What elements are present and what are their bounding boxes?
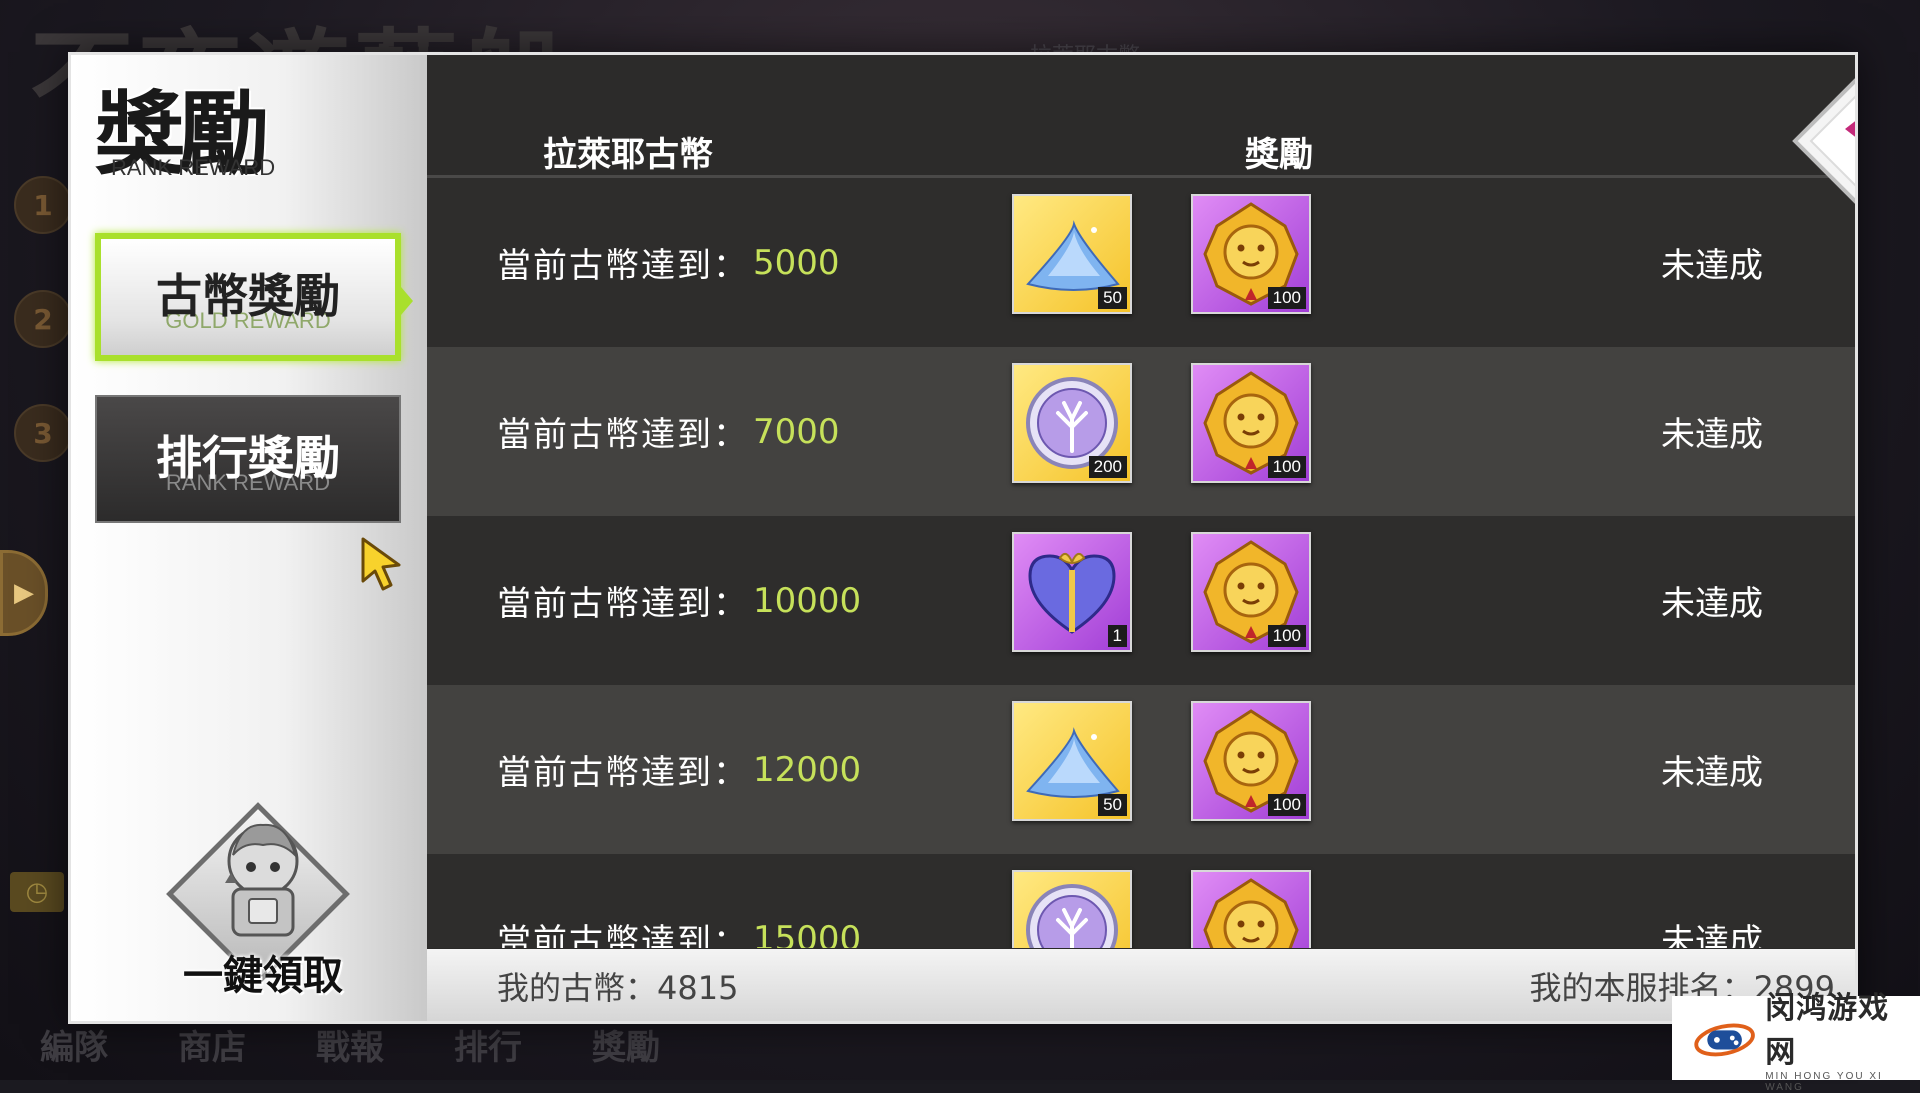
row-threshold-value: 15000	[753, 918, 862, 949]
table-row: 當前古幣達到： 15000 未達成	[427, 854, 1855, 948]
item-quantity: 100	[1267, 287, 1306, 309]
table-row: 當前古幣達到： 7000 200 100 未達成	[427, 347, 1855, 516]
row-threshold-value: 5000	[753, 242, 840, 283]
column-header-reward: 獎勵	[1245, 135, 1313, 175]
item-quantity: 50	[1098, 794, 1127, 816]
reward-item[interactable]: 50	[1012, 701, 1132, 821]
reward-item[interactable]	[1191, 870, 1311, 948]
row-label: 當前古幣達到：	[497, 584, 749, 624]
background-rank-badge: 3	[14, 404, 72, 462]
reward-list[interactable]: 當前古幣達到： 5000 50 100 未達成 當前古幣達到： 7000 200…	[427, 178, 1855, 948]
item-quantity: 100	[1267, 625, 1306, 647]
reward-panel: 獎勵 RANK REWARD 古幣獎勵 GOLD REWARD 排行獎勵 RAN…	[68, 52, 1858, 1024]
column-header-coin: 拉萊耶古幣	[543, 135, 713, 175]
watermark-cn: 闵鸿游戏网	[1765, 991, 1890, 1070]
table-header: 拉萊耶古幣 獎勵	[427, 55, 1855, 178]
status-label: 未達成	[1661, 415, 1763, 455]
left-sidebar: 獎勵 RANK REWARD 古幣獎勵 GOLD REWARD 排行獎勵 RAN…	[71, 55, 427, 1021]
reward-item[interactable]: 100	[1191, 363, 1311, 483]
row-label: 當前古幣達到：	[497, 753, 749, 793]
status-label: 未達成	[1661, 584, 1763, 624]
reward-item[interactable]: 100	[1191, 701, 1311, 821]
lion-emblem-icon	[1203, 878, 1299, 948]
background-nav-item: 編隊	[40, 1028, 108, 1068]
table-row: 當前古幣達到： 5000 50 100 未達成	[427, 178, 1855, 347]
my-coins-label: 我的古幣：4815	[497, 969, 739, 1007]
tab-rank-reward[interactable]: 排行獎勵 RANK REWARD	[95, 395, 401, 523]
status-label: 未達成	[1661, 753, 1763, 793]
watermark: 闵鸿游戏网 MIN HONG YOU XI WANG	[1672, 991, 1920, 1093]
tab-label: 排行獎勵	[156, 431, 340, 485]
row-label: 當前古幣達到：	[497, 922, 749, 948]
item-quantity: 100	[1267, 794, 1306, 816]
row-threshold-value: 10000	[753, 580, 862, 621]
reward-table-area: 拉萊耶古幣 獎勵 當前古幣達到： 5000 50 100 未達成 當前古幣達到：…	[427, 55, 1855, 1021]
panel-subtitle: RANK REWARD	[111, 155, 276, 180]
tab-label: 古幣獎勵	[156, 269, 340, 323]
status-label: 未達成	[1661, 246, 1763, 286]
watermark-en: MIN HONG YOU XI WANG	[1765, 1071, 1883, 1093]
chibi-character-icon	[225, 823, 299, 937]
status-footer: 我的古幣：4815 我的本服排名：2899	[427, 949, 1855, 1021]
tab-gold-reward[interactable]: 古幣獎勵 GOLD REWARD	[95, 233, 401, 361]
mouse-cursor-icon	[361, 537, 401, 591]
status-label: 未達成	[1661, 922, 1763, 948]
row-threshold-value: 12000	[753, 749, 862, 790]
watermark-text: 闵鸿游戏网 MIN HONG YOU XI WANG	[1765, 983, 1920, 1093]
background-nav-item: 商店	[178, 1028, 246, 1068]
reward-item[interactable]: 200	[1012, 363, 1132, 483]
row-threshold-value: 7000	[753, 411, 840, 452]
tree-medallion-icon	[1026, 884, 1118, 948]
claim-all-label: 一鍵領取	[183, 953, 343, 999]
background-rank-badge: 1	[14, 176, 72, 234]
row-label: 當前古幣達到：	[497, 415, 749, 455]
item-quantity: 200	[1088, 456, 1127, 478]
background-nav: 編隊 商店 戰報 排行 獎勵	[40, 1020, 660, 1069]
claim-all-button[interactable]: 一鍵領取	[163, 795, 363, 1015]
background-nav-item: 獎勵	[592, 1028, 660, 1068]
background-nav-item: 排行	[454, 1028, 522, 1068]
gamepad-logo-icon	[1694, 1023, 1755, 1057]
item-quantity: 100	[1267, 456, 1306, 478]
item-quantity: 1	[1107, 625, 1127, 647]
background-nav-item: 戰報	[316, 1028, 384, 1068]
reward-item[interactable]: 1	[1012, 532, 1132, 652]
play-arrow-icon: ▶	[0, 550, 48, 636]
back-button[interactable]	[1787, 53, 1858, 233]
background-rank-badge: 2	[14, 290, 72, 348]
clock-icon: ◷	[10, 872, 64, 912]
row-label: 當前古幣達到：	[497, 246, 749, 286]
reward-item[interactable]: 100	[1191, 532, 1311, 652]
reward-item[interactable]	[1012, 870, 1132, 948]
item-quantity: 50	[1098, 287, 1127, 309]
table-row: 當前古幣達到： 12000 50 100 未達成	[427, 685, 1855, 854]
table-row: 當前古幣達到： 10000 1 100 未達成	[427, 516, 1855, 685]
reward-item[interactable]: 100	[1191, 194, 1311, 314]
active-tab-indicator	[401, 287, 413, 315]
reward-item[interactable]: 50	[1012, 194, 1132, 314]
